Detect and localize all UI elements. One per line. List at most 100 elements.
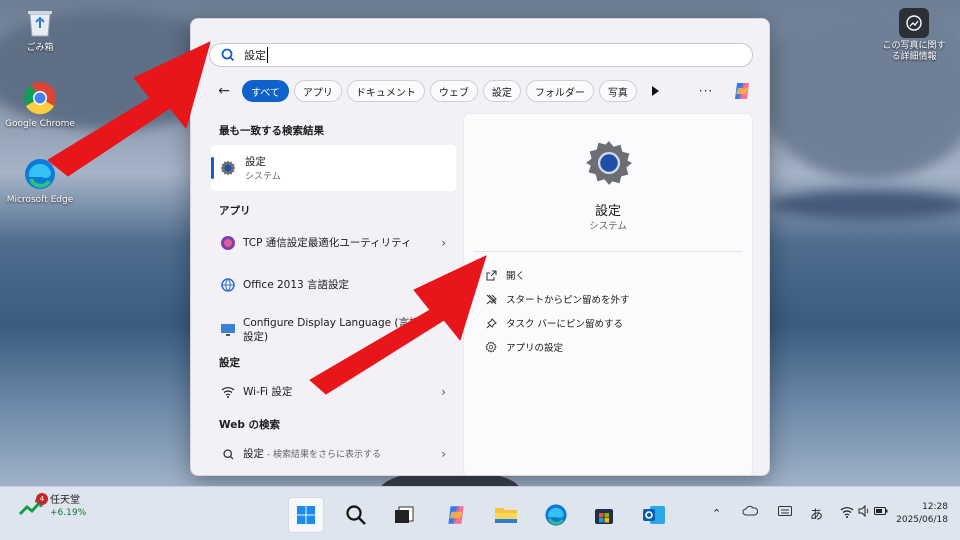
edge-icon — [545, 504, 567, 526]
search-input[interactable]: 設定 — [209, 43, 753, 67]
open-external-icon — [484, 268, 498, 282]
office-language-icon — [219, 276, 237, 294]
recycle-bin-icon — [22, 4, 58, 40]
web-search-heading: Web の検索 — [219, 419, 281, 431]
pin-icon — [484, 316, 498, 330]
edge-icon — [22, 156, 58, 192]
copilot-icon — [448, 506, 464, 524]
best-match-heading: 最も一致する検索結果 — [219, 125, 324, 137]
settings-gear-icon — [220, 160, 236, 176]
taskbar-edge[interactable] — [538, 497, 574, 533]
chrome-icon — [22, 80, 58, 116]
app-result-display-language[interactable]: Configure Display Language (言語設定) — [219, 316, 444, 344]
taskbar-outlook[interactable] — [636, 497, 672, 533]
clock-date: 2025/06/18 — [896, 515, 948, 525]
taskbar-copilot[interactable] — [438, 497, 474, 533]
display-language-icon — [219, 321, 237, 339]
desktop-icon-label: Microsoft Edge — [6, 195, 74, 205]
apps-heading: アプリ — [219, 205, 251, 217]
chevron-right-icon[interactable]: › — [441, 385, 446, 399]
task-view-icon — [395, 506, 414, 523]
unpin-icon — [484, 292, 498, 306]
wallpaper-cloud — [770, 190, 960, 220]
task-view-button[interactable] — [386, 497, 422, 533]
filter-settings[interactable]: 設定 — [482, 80, 521, 102]
desktop-icon-recycle-bin[interactable]: ごみ箱 — [0, 4, 80, 54]
wifi-icon[interactable] — [840, 506, 854, 521]
store-icon — [595, 509, 613, 524]
chevron-right-icon[interactable]: › — [441, 236, 446, 250]
web-search-result[interactable]: 設定 - 検索結果をさらに表示する › — [219, 445, 446, 463]
spotlight-label: この写真に関する詳細情報 — [882, 41, 946, 62]
app-result-tcp[interactable]: TCP 通信設定最適化ユーティリティ › — [219, 234, 446, 252]
chevron-right-icon[interactable]: › — [441, 447, 446, 461]
start-search-panel: 設定 ← すべて アプリ ドキュメント ウェブ 設定 フォルダー 写真 ··· … — [190, 18, 770, 476]
keyboard-icon[interactable] — [778, 506, 792, 519]
search-query[interactable]: 設定 — [244, 47, 268, 63]
best-match-sub: システム — [245, 172, 281, 182]
action-label: タスク バーにピン留めする — [506, 319, 624, 330]
wifi-icon — [219, 383, 237, 401]
best-match-name: 設定 — [245, 156, 266, 168]
stock-name: 任天堂 — [50, 495, 80, 506]
taskbar-store[interactable] — [586, 497, 622, 533]
start-button[interactable] — [288, 497, 324, 533]
desktop-icon-label: ごみ箱 — [26, 43, 54, 53]
stock-widget[interactable]: 4 任天堂 +6.19% — [18, 493, 87, 519]
action-label: アプリの設定 — [506, 343, 564, 354]
ime-mode[interactable]: あ — [810, 504, 823, 523]
windows-logo-icon — [297, 506, 315, 524]
web-search-query: 設定 — [243, 447, 264, 460]
search-icon — [219, 445, 237, 463]
search-icon — [346, 505, 366, 525]
action-app-settings[interactable]: アプリの設定 — [484, 340, 563, 354]
detail-pane: 設定 システム 開く スタートからピン留めを外す タスク バーにピン留めする ア… — [463, 113, 753, 475]
folder-icon — [495, 508, 517, 523]
tcp-utility-icon — [219, 234, 237, 252]
desktop-icon-label: Google Chrome — [5, 119, 75, 129]
filter-bar: ← すべて アプリ ドキュメント ウェブ 設定 フォルダー 写真 ··· — [213, 80, 753, 102]
settings-gear-icon — [586, 141, 632, 185]
web-search-text: 設定 - 検索結果をさらに表示する — [243, 447, 423, 462]
filter-all[interactable]: すべて — [242, 80, 289, 102]
settings-result-label: Wi-Fi 設定 — [243, 386, 293, 398]
more-filters-icon[interactable] — [646, 80, 664, 102]
search-icon — [221, 48, 235, 62]
action-label: スタートからピン留めを外す — [506, 295, 630, 306]
detail-subtitle: システム — [589, 221, 627, 232]
action-open[interactable]: 開く — [484, 268, 525, 282]
action-label: 開く — [506, 271, 526, 282]
filter-photos[interactable]: 写真 — [598, 80, 637, 102]
outlook-icon — [643, 506, 665, 524]
battery-icon[interactable] — [874, 505, 888, 520]
action-unpin-start[interactable]: スタートからピン留めを外す — [484, 292, 630, 306]
detail-title: 設定 — [594, 204, 621, 219]
filter-folders[interactable]: フォルダー — [525, 80, 594, 102]
best-match-item[interactable]: 設定 システム — [211, 145, 456, 191]
volume-icon[interactable] — [858, 504, 870, 520]
filter-apps[interactable]: アプリ — [293, 80, 342, 102]
clock-time: 12:28 — [922, 502, 948, 512]
tray-overflow-icon[interactable]: ⌃ — [712, 507, 721, 520]
spotlight-icon — [899, 8, 929, 38]
taskbar: 4 任天堂 +6.19% ⌃ あ 12:28 2025/06/18 — [0, 486, 960, 540]
web-search-hint: - 検索結果をさらに表示する — [264, 449, 381, 460]
back-arrow-icon[interactable]: ← — [213, 80, 235, 102]
app-result-office-language[interactable]: Office 2013 言語設定 — [219, 276, 444, 294]
settings-result-wifi[interactable]: Wi-Fi 設定 › — [219, 383, 446, 401]
copilot-icon[interactable] — [731, 80, 753, 102]
filter-web[interactable]: ウェブ — [429, 80, 478, 102]
taskbar-file-explorer[interactable] — [488, 497, 524, 533]
action-pin-taskbar[interactable]: タスク バーにピン留めする — [484, 316, 623, 330]
onedrive-icon[interactable] — [742, 505, 759, 520]
clock[interactable]: 12:28 2025/06/18 — [896, 501, 948, 527]
spotlight-info[interactable]: この写真に関する詳細情報 — [874, 8, 954, 63]
stock-change: +6.19% — [50, 508, 87, 518]
more-options-icon[interactable]: ··· — [696, 84, 716, 98]
app-result-label: Office 2013 言語設定 — [243, 279, 350, 291]
desktop-icon-edge[interactable]: Microsoft Edge — [0, 156, 80, 206]
filter-documents[interactable]: ドキュメント — [346, 80, 425, 102]
app-result-label: TCP 通信設定最適化ユーティリティ — [243, 237, 412, 249]
desktop-icon-chrome[interactable]: Google Chrome — [0, 80, 80, 130]
taskbar-search-button[interactable] — [338, 497, 374, 533]
